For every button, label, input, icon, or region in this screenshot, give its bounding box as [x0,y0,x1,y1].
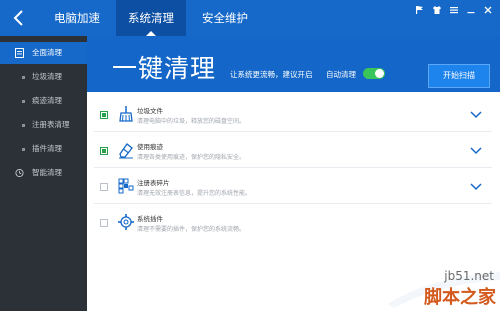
auto-clean-toggle[interactable] [363,68,385,79]
row-description: 清理电脑中的垃圾，释放您的磁盘空间。 [137,118,246,125]
auto-clean-label: 自动清理 [326,70,356,79]
sidebar-item-label: 注册表清理 [32,120,70,129]
tab-security[interactable]: 安全维护 [192,0,258,36]
minimize-icon[interactable] [465,4,477,16]
chevron-down-icon[interactable] [470,182,482,191]
sidebar-item-smart-clean[interactable]: 智能清理 [0,162,87,184]
checkbox[interactable] [100,111,108,119]
sidebar-item-junk-clean[interactable]: 垃圾清理 [0,66,87,88]
bullet-dot [22,75,25,79]
plugin-gear-icon [118,214,134,230]
chevron-down-icon[interactable] [470,110,482,119]
chevron-down-icon[interactable] [470,146,482,155]
sidebar-item-label: 痕迹清理 [32,96,62,105]
row-title: 垃圾文件 [137,107,163,115]
list-item-usage-traces[interactable]: 使用痕迹 清理各类使用痕迹，保护您的隐私安全。 [94,134,492,168]
registry-icon [118,178,134,194]
bullet-dot [22,147,25,151]
sidebar-item-trace-clean[interactable]: 痕迹清理 [0,90,87,112]
sidebar-item-plugin-clean[interactable]: 插件清理 [0,138,87,160]
tab-system-clean[interactable]: 系统清理 [116,0,186,36]
top-bar: 电脑加速 系统清理 安全维护 [0,0,500,36]
list-item-registry-fragments[interactable]: 注册表碎片 清理无效注册表信息，提升您的系统性能。 [94,170,492,204]
watermark-brand: 脚本之家 [424,287,496,308]
doc-icon [15,48,24,58]
back-arrow-icon[interactable] [9,8,29,28]
close-icon[interactable] [482,4,494,16]
bullet-dot [22,99,25,103]
sidebar-item-label: 插件清理 [32,144,62,153]
hero-banner: 一键清理 让系统更流畅，建议开启 自动清理 开始扫描 [87,36,500,92]
list-item-system-plugins[interactable]: 系统插件 清理不需要的插件，保护您的系统流畅。 [94,206,492,240]
checkbox[interactable] [100,183,108,191]
page-title: 一键清理 [112,54,217,83]
row-title: 系统插件 [137,215,163,223]
sidebar-item-label: 全面清理 [32,48,62,57]
sidebar-item-label: 垃圾清理 [32,72,62,81]
bullet-dot [22,123,25,127]
menu-icon[interactable] [448,4,460,16]
sidebar-item-full-clean[interactable]: 全面清理 [0,42,87,64]
flag-icon[interactable] [414,4,426,16]
checkbox[interactable] [100,219,108,227]
eraser-icon [119,143,133,159]
checkbox[interactable] [100,147,108,155]
watermark-domain: jb51.net [444,269,494,283]
row-description: 清理无效注册表信息，提升您的系统性能。 [137,190,252,197]
shirt-icon[interactable] [431,4,443,16]
list-item-junk-files[interactable]: 垃圾文件 清理电脑中的垃圾，释放您的磁盘空间。 [94,98,492,132]
row-description: 清理不需要的插件，保护您的系统流畅。 [137,226,246,233]
broom-icon [119,106,133,122]
row-title: 使用痕迹 [137,143,163,151]
start-scan-button[interactable]: 开始扫描 [428,64,490,88]
sidebar-item-registry-clean[interactable]: 注册表清理 [0,114,87,136]
sidebar: 全面清理 垃圾清理 痕迹清理 注册表清理 插件清理 智能清理 [0,36,87,311]
row-description: 清理各类使用痕迹，保护您的隐私安全。 [137,154,246,161]
hero-subtitle: 让系统更流畅，建议开启 [230,70,313,79]
window-controls [414,4,494,18]
clock-icon [15,168,24,178]
watermark: jb51.net 脚本之家 [388,268,500,311]
tab-speedup[interactable]: 电脑加速 [44,0,110,36]
sidebar-item-label: 智能清理 [32,168,62,177]
row-title: 注册表碎片 [137,179,170,187]
